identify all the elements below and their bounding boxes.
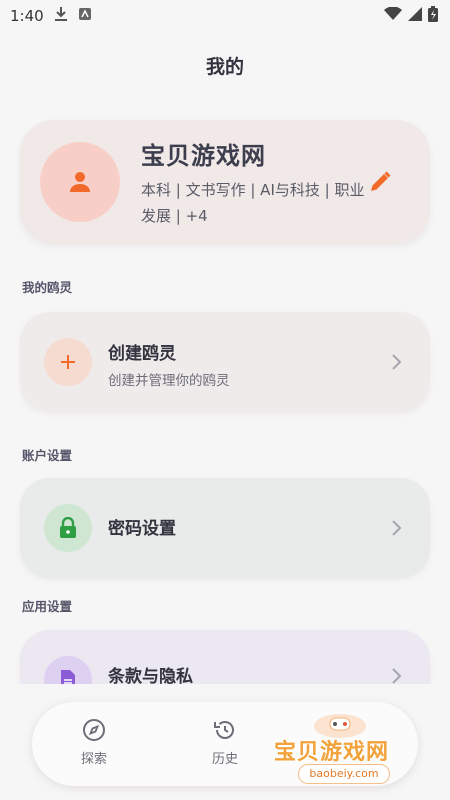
- add-icon-circle: [44, 338, 92, 386]
- nav-item-explore[interactable]: 探索: [64, 718, 124, 767]
- watermark-url: baobeiy.com: [298, 764, 390, 784]
- chevron-right-icon: [392, 668, 402, 684]
- chevron-right-icon: [392, 354, 402, 370]
- status-bar: 1:40: [0, 0, 450, 32]
- section-label-account: 账户设置: [22, 448, 73, 463]
- create-agent-subtitle: 创建并管理你的鸥灵: [108, 373, 230, 389]
- chevron-right-icon: [392, 520, 402, 536]
- watermark-text: 宝贝游戏网: [274, 740, 390, 765]
- nav-label-explore: 探索: [80, 752, 107, 767]
- lock-icon: [60, 517, 76, 538]
- battery-icon: [428, 6, 438, 26]
- section-label-app: 应用设置: [22, 599, 73, 614]
- create-agent-row[interactable]: 创建鸥灵 创建并管理你的鸥灵: [20, 312, 430, 412]
- profile-card[interactable]: 宝贝游戏网 本科 | 文书写作 | AI与科技 | 职业发展 | +4: [20, 120, 430, 244]
- page-title: 我的: [205, 56, 244, 78]
- wifi-icon: [384, 6, 402, 25]
- profile-tags: 本科 | 文书写作 | AI与科技 | 职业发展 | +4: [141, 181, 365, 225]
- user-icon: [70, 172, 90, 192]
- plus-icon: [61, 355, 75, 369]
- pencil-icon: [371, 171, 391, 191]
- download-icon: [54, 6, 68, 26]
- compass-icon: [83, 719, 105, 741]
- avatar[interactable]: [40, 142, 120, 222]
- section-label-my-agents: 我的鸥灵: [22, 280, 73, 295]
- watermark: 宝贝游戏网 baobeiy.com: [272, 710, 422, 790]
- profile-name: 宝贝游戏网: [141, 142, 266, 170]
- edit-profile-button[interactable]: [366, 168, 394, 196]
- lock-icon-circle: [44, 504, 92, 552]
- app-notification-icon: [78, 7, 92, 25]
- status-time: 1:40: [10, 7, 44, 25]
- nav-item-history[interactable]: 历史: [195, 718, 255, 767]
- history-icon: [214, 721, 234, 739]
- password-settings-row[interactable]: 密码设置: [20, 478, 430, 578]
- password-settings-title: 密码设置: [108, 519, 176, 539]
- create-agent-title: 创建鸥灵: [108, 344, 176, 364]
- nav-label-history: 历史: [211, 752, 238, 767]
- signal-icon: [408, 7, 422, 25]
